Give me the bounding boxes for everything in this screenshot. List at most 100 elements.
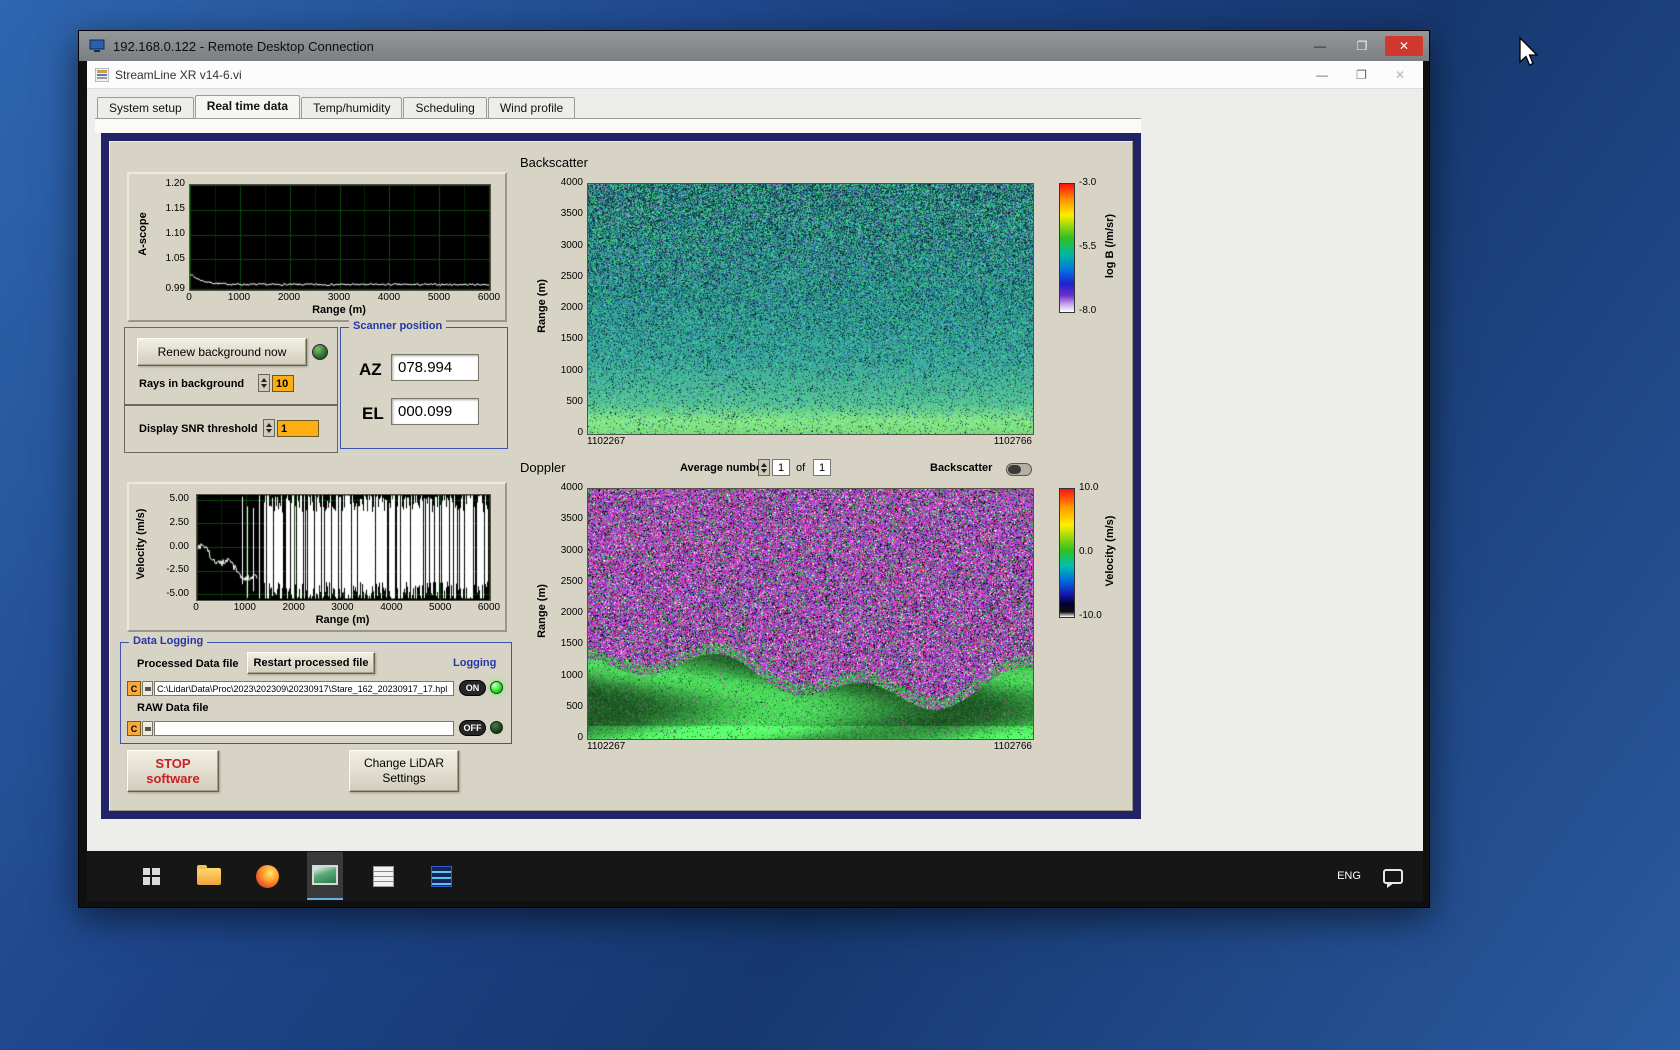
- rays-spinner[interactable]: [258, 374, 270, 392]
- tab-temp-humidity[interactable]: Temp/humidity: [301, 97, 403, 118]
- data-viewer-icon[interactable]: [423, 852, 459, 900]
- taskbar: ENG: [87, 851, 1423, 901]
- tab-scheduling[interactable]: Scheduling: [403, 97, 487, 118]
- raw-path-drive-icon[interactable]: C: [127, 721, 141, 736]
- tick-label: 0: [186, 292, 192, 303]
- backscatter-doppler-toggle[interactable]: [1006, 463, 1032, 476]
- tick-label: 0: [193, 602, 199, 613]
- renew-background-button[interactable]: Renew background now: [137, 338, 307, 366]
- rdp-minimize-button[interactable]: —: [1301, 36, 1339, 56]
- tick-label: 0.99: [165, 283, 185, 294]
- notification-icon[interactable]: [1375, 852, 1411, 900]
- tab-system-setup[interactable]: System setup: [97, 97, 194, 118]
- tick-label: 0.00: [169, 540, 189, 552]
- firefox-icon[interactable]: [249, 852, 285, 900]
- change-lidar-settings-button[interactable]: Change LiDAR Settings: [349, 750, 459, 792]
- background-group: Renew background now Rays in background …: [124, 327, 338, 405]
- panel-outer-frame: A-scope 1.20 1.15 1.10 1.05 0.99 0 1000 2000 30…: [101, 133, 1141, 819]
- tick-label: 1.05: [165, 253, 185, 264]
- panel: A-scope 1.20 1.15 1.10 1.05 0.99 0 1000 2000 30…: [109, 141, 1133, 811]
- remote-desktop: StreamLine XR v14-6.vi — ❐ ✕ System setu…: [87, 61, 1423, 901]
- doppler-colorbar-tick-min: -10.0: [1079, 610, 1102, 621]
- scan-scheduler-icon[interactable]: [365, 852, 401, 900]
- tick-label: 1.20: [165, 178, 185, 189]
- processed-data-file-label: Processed Data file: [137, 658, 239, 670]
- display-snr-threshold-label: Display SNR threshold: [139, 423, 258, 435]
- backscatter-section-title: Backscatter: [520, 155, 588, 170]
- rdp-window: 192.168.0.122 - Remote Desktop Connectio…: [78, 30, 1430, 908]
- doppler-section-title: Doppler: [520, 460, 566, 475]
- tick-label: 500: [566, 395, 583, 407]
- velocity-chart-frame: Velocity (m/s) 5.00 2.50 0.00 -2.50 -5.00 0 1…: [127, 482, 507, 632]
- taskbar-apps: [87, 851, 459, 901]
- tick-label: 1.10: [165, 228, 185, 239]
- rdp-titlebar[interactable]: 192.168.0.122 - Remote Desktop Connectio…: [79, 31, 1429, 61]
- average-number-spinner[interactable]: [758, 459, 770, 476]
- app-title: StreamLine XR v14-6.vi: [115, 67, 242, 82]
- rdp-close-button[interactable]: ✕: [1385, 36, 1423, 56]
- app-close-button[interactable]: ✕: [1395, 68, 1405, 82]
- rdp-maximize-button[interactable]: ❐: [1343, 36, 1381, 56]
- velocity-y-axis-label: Velocity (m/s): [135, 508, 147, 580]
- backscatter-colorbar-label: log B (/m/sr): [1104, 213, 1116, 279]
- velocity-x-ticks: 0 1000 2000 3000 4000 5000 6000: [193, 602, 500, 614]
- language-indicator[interactable]: ENG: [1331, 852, 1367, 900]
- tick-label: 1500: [560, 638, 583, 650]
- el-value-field: 000.099: [391, 398, 479, 425]
- tab-wind-profile[interactable]: Wind profile: [487, 97, 576, 118]
- raw-path-field[interactable]: [154, 721, 454, 736]
- tick-label: 1500: [560, 333, 583, 345]
- logging-label: Logging: [453, 657, 497, 669]
- processed-path-browse-icon[interactable]: [142, 681, 153, 696]
- snr-spinner[interactable]: [263, 419, 275, 437]
- ascope-y-ticks: 1.20 1.15 1.10 1.05 0.99: [149, 178, 187, 294]
- rdp-computer-icon: [89, 39, 105, 52]
- tick-label: 3000: [331, 602, 354, 613]
- raw-path-browse-icon[interactable]: [142, 721, 153, 736]
- app-restore-button[interactable]: ❐: [1356, 68, 1367, 82]
- streamline-app-icon[interactable]: [307, 852, 343, 900]
- stop-button-line2: software: [146, 771, 200, 786]
- file-explorer-icon[interactable]: [191, 852, 227, 900]
- tick-label: 2500: [560, 270, 583, 282]
- chat-bubble-icon: [1383, 868, 1403, 888]
- tick-label: 2000: [560, 607, 583, 618]
- average-total-field: 1: [813, 459, 831, 476]
- backscatter-colorbar-tick-mid: -5.5: [1079, 241, 1097, 252]
- rays-in-background-label: Rays in background: [139, 378, 245, 390]
- snr-value-field[interactable]: 1: [277, 420, 319, 437]
- mouse-cursor: [1519, 36, 1539, 66]
- processed-path-field[interactable]: C:\Lidar\Data\Proc\2023\202309\20230917\…: [154, 681, 454, 696]
- data-logging-group: Data Logging Processed Data file Restart…: [120, 635, 512, 744]
- processed-logging-switch[interactable]: ON: [459, 680, 486, 696]
- el-label: EL: [362, 404, 384, 423]
- rays-value-field[interactable]: 10: [272, 375, 294, 392]
- tick-label: 2.50: [169, 516, 189, 528]
- average-number-field[interactable]: 1: [772, 459, 790, 476]
- doppler-colorbar-tick-mid: 0.0: [1079, 546, 1093, 557]
- raw-logging-switch[interactable]: OFF: [459, 720, 486, 736]
- tick-label: 5.00: [169, 492, 189, 504]
- blue-document-icon: [430, 865, 452, 887]
- tick-label: 3000: [560, 544, 583, 556]
- tab-real-time-data[interactable]: Real time data: [194, 95, 301, 118]
- backscatter-x-start: 1102267: [587, 436, 626, 447]
- processed-path-drive-icon[interactable]: C: [127, 681, 141, 696]
- average-of-label: of: [796, 462, 806, 474]
- stop-software-button[interactable]: STOP software: [127, 750, 219, 792]
- ascope-chart-frame: A-scope 1.20 1.15 1.10 1.05 0.99 0 1000 2000 30…: [127, 172, 507, 322]
- start-button[interactable]: [133, 852, 169, 900]
- tick-label: 2000: [560, 302, 583, 313]
- app-titlebar[interactable]: StreamLine XR v14-6.vi — ❐ ✕: [87, 61, 1423, 89]
- document-icon: [372, 865, 394, 887]
- taskbar-tray: ENG: [1331, 851, 1423, 901]
- backscatter-colorbar: [1059, 183, 1075, 313]
- tick-label: 3000: [327, 292, 351, 303]
- doppler-colorbar-label: Velocity (m/s): [1104, 515, 1116, 587]
- scanner-position-group: Scanner position AZ 078.994 EL 000.099: [340, 320, 508, 449]
- restart-processed-file-button[interactable]: Restart processed file: [247, 652, 375, 674]
- tick-label: 4000: [377, 292, 401, 303]
- tick-label: 0: [577, 427, 583, 438]
- app-minimize-button[interactable]: —: [1316, 68, 1328, 82]
- doppler-colorbar-tick-max: 10.0: [1079, 482, 1099, 493]
